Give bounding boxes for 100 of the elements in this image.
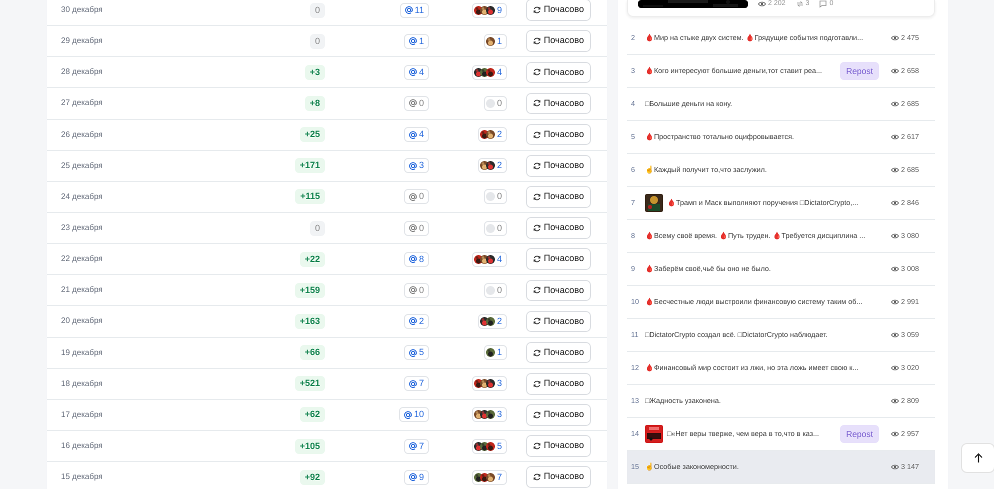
refresh-icon — [532, 317, 541, 326]
eye-icon — [758, 0, 766, 8]
reactions-count: 4 — [472, 252, 507, 267]
hourly-button[interactable]: Почасово — [526, 466, 591, 488]
mentions-count: 4 — [404, 127, 429, 142]
date-text: 19 декабря — [61, 346, 104, 359]
subscriber-change: +66 — [300, 345, 325, 360]
date-text: 25 декабря — [61, 160, 104, 172]
hourly-button[interactable]: Почасово — [526, 186, 591, 208]
refresh-icon — [532, 68, 541, 76]
date-text: 16 декабря — [61, 440, 104, 452]
subscriber-change: +3 — [304, 64, 325, 80]
date-text: 27 декабря — [61, 97, 104, 110]
mentions-count: 0 — [404, 96, 429, 111]
reactions-count: 0 — [484, 189, 507, 204]
eye-icon — [891, 66, 899, 75]
refresh-icon — [532, 130, 541, 139]
date-text: 21 декабря — [61, 284, 104, 296]
date-text: 22 декабря — [61, 253, 104, 266]
eye-icon — [891, 298, 899, 306]
mentions-count: 5 — [404, 345, 429, 360]
subscriber-change: +521 — [294, 376, 325, 392]
reactions-count: 9 — [472, 2, 507, 18]
subscriber-change: +171 — [294, 158, 325, 174]
at-sign-icon — [408, 473, 417, 482]
eye-icon — [891, 132, 899, 141]
eye-icon — [891, 264, 899, 273]
date-text: 15 декабря — [61, 471, 104, 484]
date-text: 26 декабря — [61, 128, 104, 141]
hourly-button[interactable]: Почасово — [526, 280, 591, 302]
repost-badge: Repost — [840, 62, 879, 80]
reactions-count: 4 — [472, 64, 507, 80]
empty-avatar-icon — [486, 286, 495, 295]
eye-icon — [891, 232, 899, 240]
date-text: 18 декабря — [61, 378, 104, 390]
subscriber-change: +22 — [300, 252, 325, 267]
refresh-icon — [532, 6, 541, 14]
reactions-count: 0 — [484, 220, 507, 236]
hourly-button[interactable]: Почасово — [526, 62, 591, 84]
hourly-button[interactable]: Почасово — [526, 217, 591, 239]
reactions-count: 3 — [472, 376, 507, 392]
at-sign-icon — [408, 286, 417, 294]
at-sign-icon — [408, 37, 417, 46]
hourly-button[interactable]: Почасово — [526, 342, 591, 364]
repost-badge: Repost — [840, 424, 879, 444]
subscriber-change: +25 — [300, 127, 325, 142]
date-text: 24 декабря — [61, 190, 104, 203]
hourly-button[interactable]: Почасово — [526, 435, 591, 457]
eye-icon — [891, 34, 899, 42]
hourly-button[interactable]: Почасово — [526, 248, 591, 270]
empty-avatar-icon — [486, 192, 495, 202]
mentions-count: 2 — [404, 314, 429, 329]
eye-icon — [891, 364, 899, 372]
date-text: 20 декабря — [61, 315, 104, 328]
hourly-button[interactable]: Почасово — [526, 310, 591, 332]
mentions-count: 9 — [404, 470, 429, 485]
hourly-button[interactable]: Почасово — [526, 155, 591, 177]
at-sign-icon — [404, 410, 412, 419]
refresh-icon — [532, 255, 541, 264]
subscriber-change: 0 — [310, 2, 325, 18]
hourly-button[interactable]: Почасово — [526, 0, 591, 21]
refresh-icon — [532, 162, 541, 170]
mentions-count: 4 — [404, 64, 429, 80]
eye-icon — [891, 330, 899, 339]
hourly-button[interactable]: Почасово — [526, 92, 591, 114]
refresh-icon — [532, 286, 541, 294]
at-sign-icon — [408, 255, 417, 264]
mentions-count: 7 — [404, 376, 429, 392]
mentions-count: 0 — [404, 282, 429, 298]
eye-icon — [891, 396, 899, 405]
at-sign-icon — [408, 192, 417, 201]
reactions-count: 2 — [478, 314, 507, 329]
at-sign-icon — [408, 442, 417, 450]
mentions-count: 8 — [404, 252, 429, 267]
at-sign-icon — [408, 68, 417, 76]
subscriber-change: +159 — [294, 282, 325, 298]
reactions-count: 1 — [484, 34, 507, 49]
eye-icon — [891, 462, 899, 471]
mentions-count: 1 — [404, 34, 429, 49]
refresh-icon — [532, 380, 541, 388]
subscriber-change: 0 — [310, 220, 325, 236]
eye-icon — [891, 166, 899, 174]
hourly-button[interactable]: Почасово — [526, 30, 591, 52]
hourly-button[interactable]: Почасово — [526, 373, 591, 394]
date-text: 23 декабря — [61, 222, 104, 234]
at-sign-icon — [408, 130, 417, 139]
hourly-button[interactable]: Почасово — [526, 124, 591, 146]
subscriber-change: +115 — [295, 189, 325, 204]
at-sign-icon — [404, 6, 413, 14]
eye-icon — [891, 198, 899, 207]
scroll-top-button[interactable] — [961, 443, 994, 473]
reactions-count: 2 — [478, 127, 507, 142]
hourly-button[interactable]: Почасово — [526, 404, 591, 426]
at-sign-icon — [408, 99, 417, 108]
date-text: 17 декабря — [61, 408, 104, 421]
reactions-count: 5 — [472, 438, 507, 454]
subscriber-change: +62 — [300, 407, 325, 422]
at-sign-icon — [408, 380, 417, 388]
subscriber-change: +105 — [294, 438, 325, 454]
subscriber-change: +92 — [300, 470, 325, 485]
